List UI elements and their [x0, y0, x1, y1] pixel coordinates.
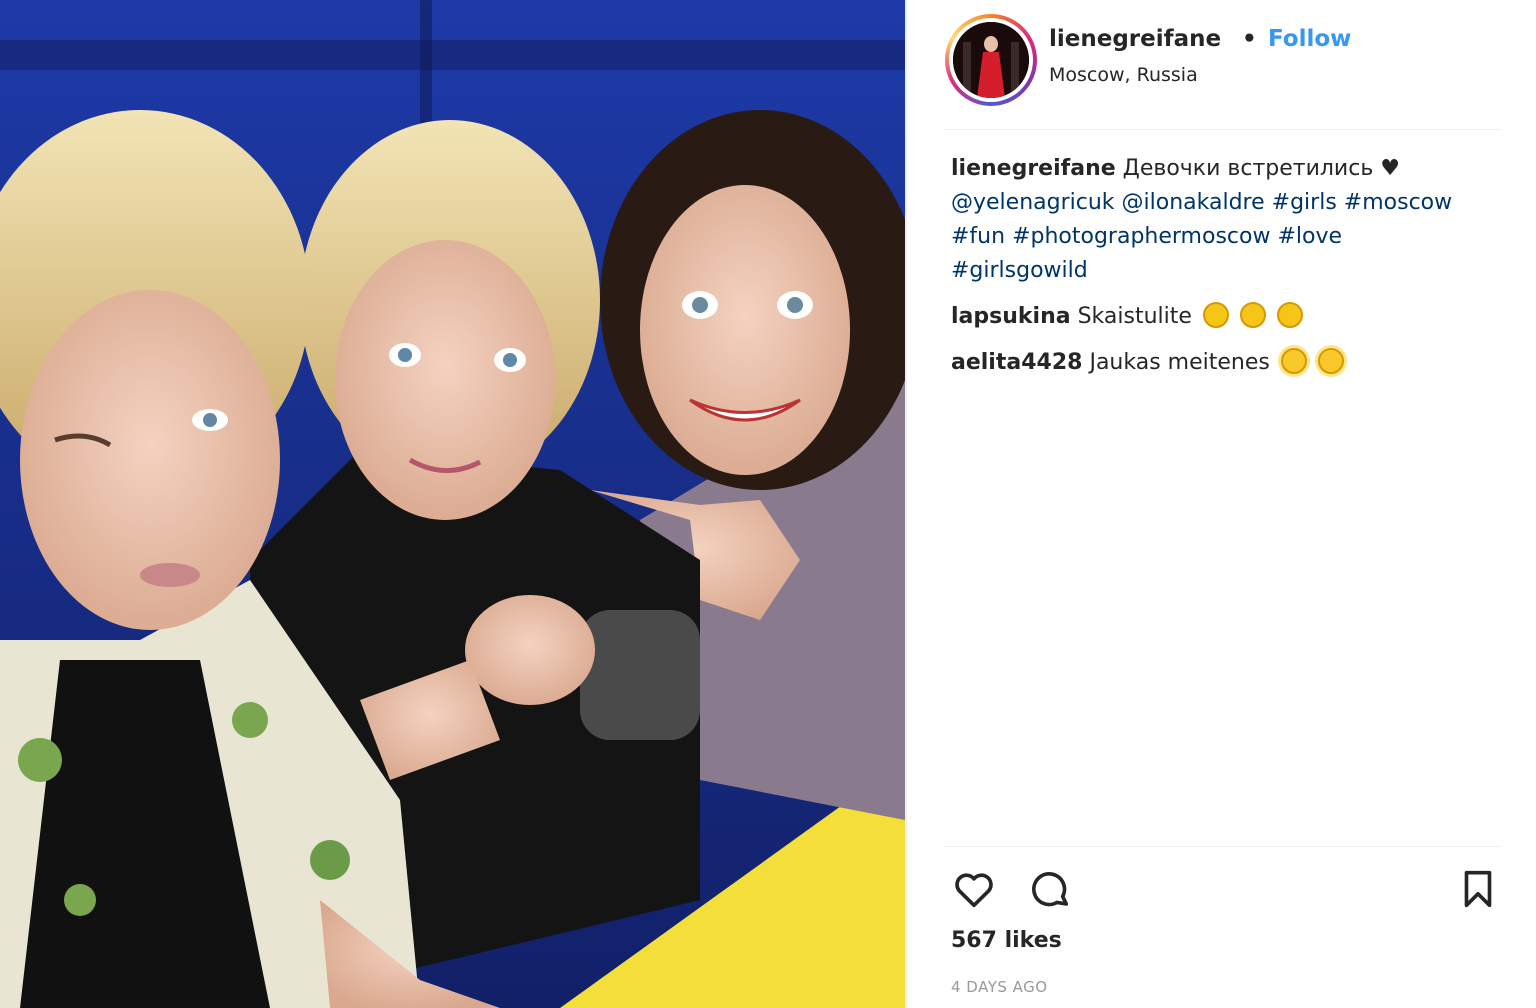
- comment-text: Jaukas meitenes: [1089, 350, 1270, 375]
- bookmark-icon[interactable]: [1455, 866, 1501, 912]
- comment-item: aelita4428 Jaukas meitenes: [951, 346, 1511, 380]
- avatar-story-ring[interactable]: [945, 14, 1037, 106]
- avatar: [953, 22, 1029, 98]
- sun-face-emoji-icon: [1280, 348, 1307, 374]
- hashtag-link[interactable]: #moscow: [1344, 190, 1452, 215]
- avatar-frame: [949, 18, 1033, 102]
- crying-laughing-emoji-icon: [1202, 302, 1229, 328]
- crying-laughing-emoji-icon: [1276, 302, 1303, 328]
- follow-button[interactable]: Follow: [1268, 26, 1351, 52]
- post-side-panel: lienegreifane • Follow Moscow, Russia li…: [907, 0, 1536, 1008]
- post-location[interactable]: Moscow, Russia: [1049, 64, 1198, 86]
- separator-dot: •: [1242, 26, 1257, 52]
- mention-link[interactable]: @ilonakaldre: [1122, 190, 1265, 215]
- mention-link[interactable]: @yelenagricuk: [951, 190, 1115, 215]
- comment-item: lapsukina Skaistulite: [951, 300, 1511, 334]
- caption-username[interactable]: lienegreifane: [951, 156, 1116, 181]
- comments-list: lienegreifane Девочки встретились ♥ @yel…: [951, 152, 1511, 392]
- hashtag-link[interactable]: #girls: [1272, 190, 1337, 215]
- heart-icon[interactable]: [951, 866, 997, 912]
- caption-text: Девочки встретились: [1122, 156, 1374, 181]
- comment-username[interactable]: aelita4428: [951, 350, 1082, 375]
- comment-text: Skaistulite: [1077, 304, 1192, 329]
- comment-icon[interactable]: [1027, 866, 1073, 912]
- post-timestamp[interactable]: 4 DAYS AGO: [951, 978, 1048, 996]
- post-username[interactable]: lienegreifane: [1049, 26, 1221, 52]
- caption: lienegreifane Девочки встретились ♥ @yel…: [951, 152, 1511, 288]
- selfie-image: [0, 0, 905, 1008]
- hashtag-link[interactable]: #fun: [951, 224, 1005, 249]
- crying-laughing-emoji-icon: [1239, 302, 1266, 328]
- avatar-image: [953, 22, 1029, 98]
- likes-count[interactable]: 567 likes: [951, 928, 1062, 953]
- post-photo[interactable]: [0, 0, 905, 1008]
- comment-username[interactable]: lapsukina: [951, 304, 1071, 329]
- sun-face-emoji-icon: [1317, 348, 1344, 374]
- post-header: lienegreifane • Follow Moscow, Russia: [945, 14, 1505, 106]
- actions-divider: [945, 846, 1501, 847]
- header-divider: [945, 129, 1501, 130]
- black-heart-emoji-icon: ♥: [1380, 156, 1401, 181]
- hashtag-link[interactable]: #love: [1277, 224, 1342, 249]
- action-bar: [951, 866, 1501, 910]
- hashtag-link[interactable]: #photographermoscow: [1012, 224, 1270, 249]
- hashtag-link[interactable]: #girlsgowild: [951, 258, 1088, 283]
